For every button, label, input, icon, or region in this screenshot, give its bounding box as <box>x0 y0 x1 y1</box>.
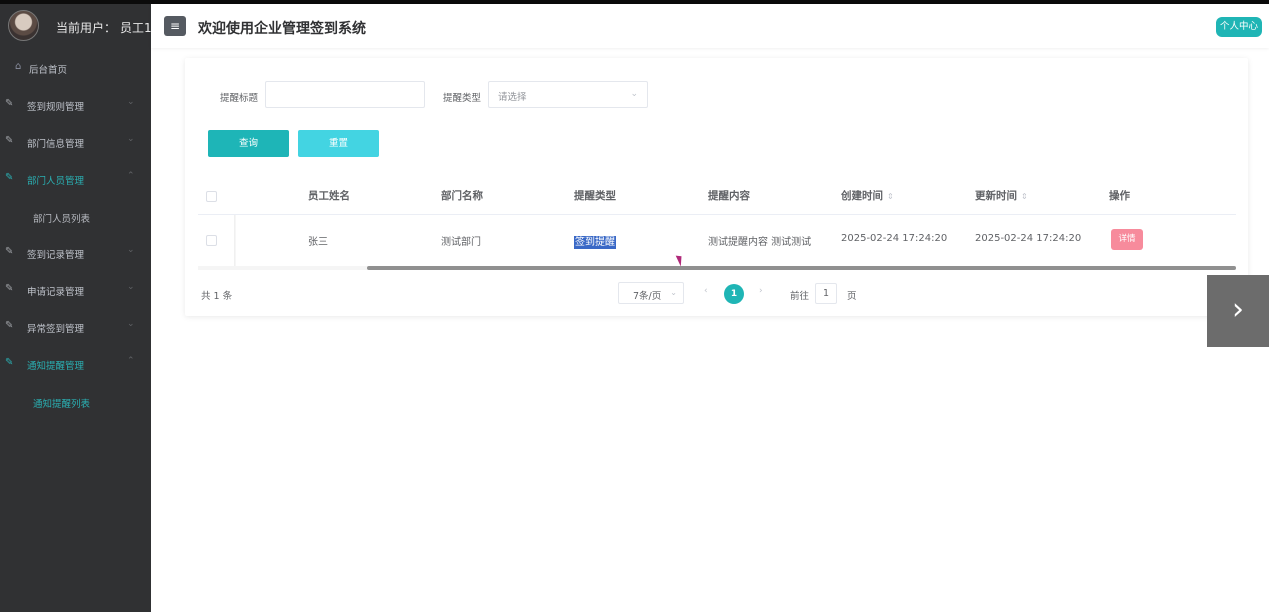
chevron-down-icon: ⌄ <box>127 245 135 255</box>
updated-header-label: 更新时间 <box>975 190 1017 202</box>
edit-icon: ✎ <box>5 320 14 331</box>
sidebar-item-sign-records[interactable]: ✎ 签到记录管理 ⌄ <box>0 234 151 271</box>
top-header: ≡ 欢迎使用企业管理签到系统 个人中心 <box>151 4 1269 48</box>
chevron-up-icon: ⌃ <box>127 171 135 181</box>
sidebar: 当前用户： 员工1 ⌂ 后台首页 ✎ 签到规则管理 ⌄ ✎ 部门信息管理 ⌄ ✎ … <box>0 4 152 612</box>
type-filter-placeholder: 请选择 <box>498 92 527 103</box>
sidebar-item-home[interactable]: ⌂ 后台首页 <box>0 49 151 86</box>
horizontal-scrollbar-thumb[interactable] <box>367 266 1236 270</box>
sidebar-item-label: 异常签到管理 <box>27 324 85 335</box>
goto-unit: 页 <box>847 291 857 302</box>
sidebar-item-label: 后台首页 <box>29 65 68 76</box>
edit-icon: ✎ <box>5 357 14 368</box>
table-header-row: 员工姓名 部门名称 提醒类型 提醒内容 创建时间 ⇕ 更新时间 ⇕ 操作 <box>198 178 1236 215</box>
cell-type-text: 签到提醒 <box>574 236 616 249</box>
table-row: 张三 测试部门 签到提醒 测试提醒内容 测试测试 2025-02-24 17:2… <box>198 215 1236 267</box>
pagination-total: 共 1 条 <box>201 291 233 302</box>
sidebar-item-application-records[interactable]: ✎ 申请记录管理 ⌄ <box>0 271 151 308</box>
current-user-prefix: 当前用户： <box>56 21 117 35</box>
cell-content: 测试提醒内容 测试测试 <box>708 237 812 248</box>
sidebar-item-abnormal-sign[interactable]: ✎ 异常签到管理 ⌄ <box>0 308 151 345</box>
page-title: 欢迎使用企业管理签到系统 <box>198 21 366 37</box>
goto-label: 前往 <box>790 291 810 302</box>
cell-updated: 2025-02-24 17:24:20 <box>975 233 1082 244</box>
chevron-right-icon[interactable]: › <box>1207 275 1269 347</box>
sidebar-item-notifications[interactable]: ✎ 通知提醒管理 ⌃ <box>0 345 151 382</box>
reset-button[interactable]: 重置 <box>298 130 379 157</box>
edit-icon: ✎ <box>5 283 14 294</box>
sidebar-item-label: 申请记录管理 <box>27 287 85 298</box>
user-info: 当前用户： 员工1 <box>0 4 152 49</box>
column-header-type: 提醒类型 <box>574 190 616 202</box>
page-size-value: 7条/页 <box>633 291 662 302</box>
avatar[interactable] <box>8 10 39 41</box>
sidebar-subitem-notification-list[interactable]: 通知提醒列表 <box>0 382 151 419</box>
current-user-name: 员工1 <box>120 21 152 35</box>
query-button[interactable]: 查询 <box>208 130 289 157</box>
type-filter-label: 提醒类型 <box>443 93 482 104</box>
edit-icon: ✎ <box>5 98 14 109</box>
row-checkbox[interactable] <box>206 235 217 246</box>
prev-page-icon[interactable]: ‹ <box>704 286 708 296</box>
chevron-up-icon: ⌃ <box>127 356 135 366</box>
column-header-created[interactable]: 创建时间 ⇕ <box>841 188 894 203</box>
type-filter-select[interactable]: 请选择 ⌄ <box>488 81 648 108</box>
title-filter-label: 提醒标题 <box>220 93 259 104</box>
chevron-down-icon: ⌄ <box>127 97 135 107</box>
sidebar-item-sign-rules[interactable]: ✎ 签到规则管理 ⌄ <box>0 86 151 123</box>
chevron-down-icon: ⌄ <box>630 89 638 99</box>
sort-icon[interactable]: ⇕ <box>1021 192 1028 201</box>
sidebar-item-label: 部门人员管理 <box>27 176 85 187</box>
current-user-label: 当前用户： 员工1 <box>56 19 152 36</box>
sidebar-subitem-dept-staff-list[interactable]: 部门人员列表 <box>0 197 151 234</box>
edit-icon: ✎ <box>5 135 14 146</box>
chevron-down-icon: ⌄ <box>670 288 677 297</box>
goto-page-input[interactable]: 1 <box>815 283 837 304</box>
sidebar-item-label: 签到记录管理 <box>27 250 85 261</box>
column-header-name: 员工姓名 <box>308 190 350 202</box>
detail-button[interactable]: 详情 <box>1111 229 1143 250</box>
chevron-down-icon: ⌄ <box>127 319 135 329</box>
page-number-current[interactable]: 1 <box>724 284 744 304</box>
sort-icon[interactable]: ⇕ <box>887 192 894 201</box>
column-header-dept: 部门名称 <box>441 190 483 202</box>
fixed-column-shadow <box>234 215 236 267</box>
sidebar-item-label: 通知提醒管理 <box>27 361 85 372</box>
cell-type: 签到提醒 <box>574 233 616 249</box>
column-header-updated[interactable]: 更新时间 ⇕ <box>975 188 1028 203</box>
created-header-label: 创建时间 <box>841 190 883 202</box>
notification-table: 员工姓名 部门名称 提醒类型 提醒内容 创建时间 ⇕ 更新时间 ⇕ 操作 张三 测试… <box>198 178 1236 270</box>
home-icon: ⌂ <box>15 61 22 72</box>
title-filter-input[interactable] <box>265 81 425 108</box>
personal-center-button[interactable]: 个人中心 <box>1216 17 1262 37</box>
chevron-down-icon: ⌄ <box>127 134 135 144</box>
sidebar-subitem-label: 通知提醒列表 <box>33 399 91 410</box>
sidebar-item-dept-staff[interactable]: ✎ 部门人员管理 ⌃ <box>0 160 151 197</box>
sidebar-item-dept-info[interactable]: ✎ 部门信息管理 ⌄ <box>0 123 151 160</box>
sidebar-item-label: 部门信息管理 <box>27 139 85 150</box>
next-page-icon[interactable]: › <box>759 286 763 296</box>
hamburger-icon[interactable]: ≡ <box>164 16 186 36</box>
sidebar-subitem-label: 部门人员列表 <box>33 214 91 225</box>
sidebar-item-label: 签到规则管理 <box>27 102 85 113</box>
cell-dept: 测试部门 <box>441 237 481 248</box>
page-size-select[interactable]: 7条/页 ⌄ <box>618 282 684 304</box>
column-header-actions: 操作 <box>1109 190 1130 202</box>
column-header-content: 提醒内容 <box>708 190 750 202</box>
chevron-down-icon: ⌄ <box>127 282 135 292</box>
cell-name: 张三 <box>308 237 328 248</box>
content-card: 提醒标题 提醒类型 请选择 ⌄ 查询 重置 员工姓名 部门名称 提醒类型 提醒内… <box>185 58 1248 316</box>
edit-icon: ✎ <box>5 246 14 257</box>
edit-icon: ✎ <box>5 172 14 183</box>
cell-created: 2025-02-24 17:24:20 <box>841 233 948 244</box>
select-all-checkbox[interactable] <box>206 191 217 202</box>
sidebar-menu: ⌂ 后台首页 ✎ 签到规则管理 ⌄ ✎ 部门信息管理 ⌄ ✎ 部门人员管理 ⌃ … <box>0 49 151 419</box>
